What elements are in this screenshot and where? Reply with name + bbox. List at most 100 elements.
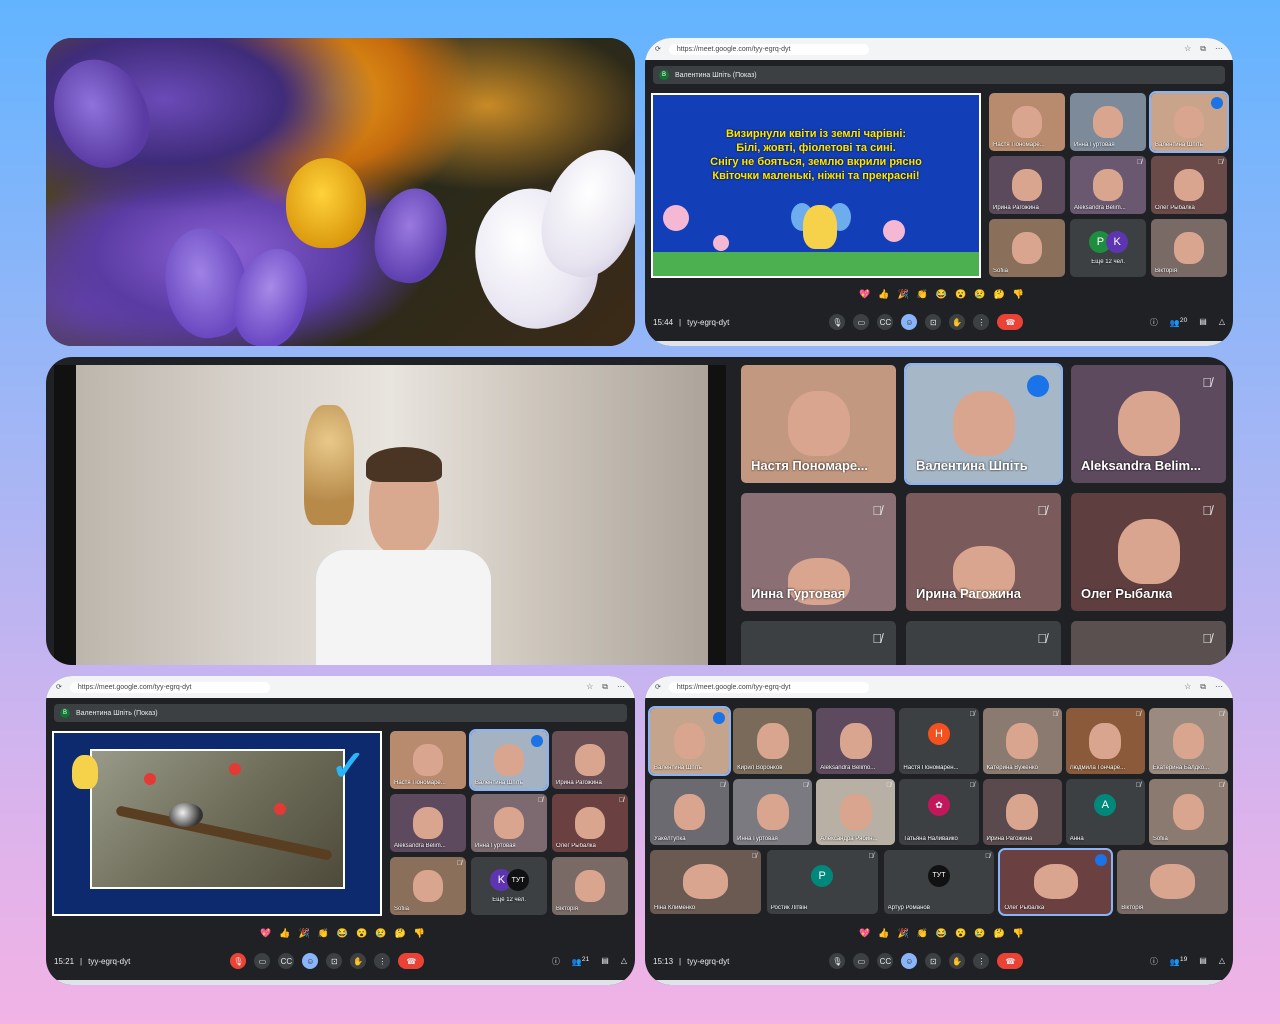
activities-icon[interactable]: △ [621,956,627,967]
extensions-icon[interactable]: ⧉ [602,682,608,692]
info-icon[interactable]: ⓘ [1150,956,1158,967]
participant-tile[interactable]: 🎙̸ [906,621,1061,665]
participant-tile[interactable]: 🎙̸ Олег Рыбалка [1071,493,1226,611]
surprised-icon[interactable]: 😮 [955,928,966,939]
emoji-icon[interactable]: ☺ [302,953,319,969]
participant-tile[interactable]: ТУТ 🎙̸ Артур Романов [883,850,995,914]
menu-icon[interactable]: ⋯ [1215,44,1223,54]
participant-tile[interactable]: 🎙̸ Aleksandra Belim... [1071,365,1226,483]
emoji-icon[interactable]: ☺ [901,953,918,969]
participant-tile-speaking[interactable]: Валентина Шпіть [647,706,732,776]
participant-tile[interactable]: Aleksandra Belim... [390,794,466,852]
mic-icon[interactable]: 🎙 [829,953,846,969]
people-icon[interactable]: 👥19 [1170,956,1187,967]
participant-tile-speaking[interactable]: Валентина Шпіть [904,363,1063,485]
more-participants-tile[interactable]: K ТУТ Ещё 12 чел. [471,857,547,915]
laugh-icon[interactable]: 😂 [936,928,947,939]
info-icon[interactable]: ⓘ [1150,317,1158,328]
party-icon[interactable]: 🎉 [897,928,908,939]
thumbs-down-icon[interactable]: 👎 [1013,928,1024,939]
sad-icon[interactable]: 😢 [974,928,985,939]
end-call-button[interactable]: ☎ [997,953,1024,969]
thinking-icon[interactable]: 🤔 [994,289,1005,300]
heart-icon[interactable]: 💖 [859,289,870,300]
participant-tile[interactable]: Настя Пономаре... [989,93,1065,151]
end-call-button[interactable]: ☎ [997,314,1024,330]
surprised-icon[interactable]: 😮 [356,928,367,939]
participant-tile-speaking[interactable]: Валентина Шпіть [469,729,549,791]
end-call-button[interactable]: ☎ [398,953,425,969]
raise-hand-icon[interactable]: ✋ [949,314,966,330]
thinking-icon[interactable]: 🤔 [395,928,406,939]
participant-tile[interactable]: Sofiia [989,219,1065,277]
more-participants-tile[interactable]: P K Ещё 12 чел. [1070,219,1146,277]
participant-tile[interactable]: 🎙̸ Инна Гуртовая [733,779,813,845]
star-icon[interactable]: ☆ [586,682,593,692]
participant-tile[interactable]: Настя Пономаре... [741,365,896,483]
more-options-icon[interactable]: ⋮ [374,953,391,969]
clap-icon[interactable]: 👏 [318,928,329,939]
participant-tile[interactable]: 🎙̸ Уакелтупка [650,779,730,845]
chat-icon[interactable]: ▤ [1199,317,1207,328]
laugh-icon[interactable]: 😂 [936,289,947,300]
info-icon[interactable]: ⓘ [552,956,560,967]
participant-tile[interactable]: 🎙̸ [741,621,896,665]
people-icon[interactable]: 👥20 [1170,317,1187,328]
captions-icon[interactable]: CC [877,953,894,969]
participant-tile[interactable]: ✿ 🎙̸ Татьяна Наливайко [899,779,979,845]
participant-tile[interactable]: Ирина Рагожина [989,156,1065,214]
party-icon[interactable]: 🎉 [897,289,908,300]
present-icon[interactable]: ⊡ [925,314,942,330]
participant-tile[interactable]: 🎙̸ Людмила Гончаре... [1065,708,1145,774]
mic-off-button[interactable]: 🎙 [230,953,247,969]
address-bar[interactable]: https://meet.google.com/tyy-egrq-dyt [668,43,869,55]
more-options-icon[interactable]: ⋮ [973,953,990,969]
sad-icon[interactable]: 😢 [375,928,386,939]
address-bar[interactable]: https://meet.google.com/tyy-egrq-dyt [668,681,869,693]
mic-icon[interactable]: 🎙 [829,314,846,330]
laugh-icon[interactable]: 😂 [337,928,348,939]
thumbs-down-icon[interactable]: 👎 [414,928,425,939]
thinking-icon[interactable]: 🤔 [994,928,1005,939]
people-icon[interactable]: 👥21 [572,956,589,967]
participant-tile[interactable]: 🎙̸ Олег Рыбалка [1151,156,1227,214]
participant-tile[interactable]: 🎙̸ Sofiia [1148,779,1228,845]
participant-tile[interactable]: 🎙̸ Ирина Рагожина [906,493,1061,611]
participant-tile[interactable]: 🎙̸ Aleksandra Belim... [1070,156,1146,214]
participant-tile[interactable]: Вікторія [552,857,628,915]
participant-tile-pinned[interactable]: Олег Рыбалка [998,848,1114,916]
participant-tile[interactable]: 🎙̸ Инна Гуртовая [741,493,896,611]
extensions-icon[interactable]: ⧉ [1200,682,1206,692]
clap-icon[interactable]: 👏 [917,928,928,939]
menu-icon[interactable]: ⋯ [1215,682,1223,692]
more-options-icon[interactable]: ⋮ [973,314,990,330]
raise-hand-icon[interactable]: ✋ [949,953,966,969]
sad-icon[interactable]: 😢 [974,289,985,300]
captions-icon[interactable]: CC [278,953,295,969]
clap-icon[interactable]: 👏 [917,289,928,300]
reload-icon[interactable]: ⟳ [655,45,661,53]
star-icon[interactable]: ☆ [1184,44,1191,54]
participant-tile[interactable]: Вікторія [1151,219,1227,277]
activities-icon[interactable]: △ [1219,956,1225,967]
participant-tile[interactable]: 🎙̸ Sofiia [390,857,466,915]
participant-tile[interactable]: Вікторія [1117,850,1228,914]
star-icon[interactable]: ☆ [1184,682,1191,692]
heart-icon[interactable]: 💖 [859,928,870,939]
reload-icon[interactable]: ⟳ [655,683,661,691]
present-icon[interactable]: ⊡ [925,953,942,969]
participant-tile[interactable]: Кирил Воронков [733,708,813,774]
participant-tile[interactable]: Ирина Рагожина [982,779,1062,845]
camera-icon[interactable]: ▭ [853,314,870,330]
participant-tile[interactable]: P 🎙̸ Ростик Літвін [766,850,878,914]
thumbs-up-icon[interactable]: 👍 [878,928,889,939]
extensions-icon[interactable]: ⧉ [1200,44,1206,54]
participant-tile[interactable]: A 🎙̸ Анна [1065,779,1145,845]
participant-tile[interactable]: Ирина Рагожина [552,731,628,789]
participant-tile-speaking[interactable]: Валентина Шпіть [1149,91,1229,153]
participant-tile[interactable]: 🎙̸ Ніна Клименко [650,850,761,914]
camera-icon[interactable]: ▭ [254,953,271,969]
address-bar[interactable]: https://meet.google.com/tyy-egrq-dyt [69,681,270,693]
participant-tile[interactable]: 🎙̸ Инна Гуртовая [471,794,547,852]
participant-tile[interactable]: Aleksandra Belimo... [816,708,896,774]
